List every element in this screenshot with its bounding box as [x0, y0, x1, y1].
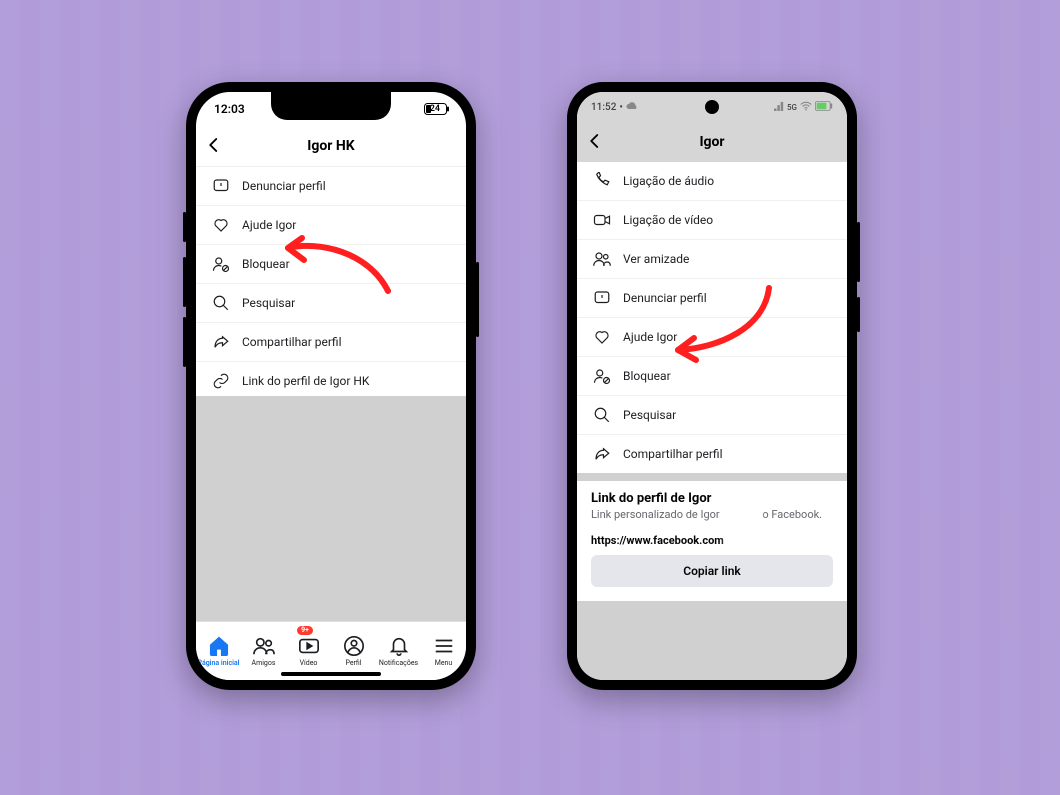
redacted-text: [715, 494, 755, 504]
signal-icon: [774, 101, 784, 114]
menu-item-label: Ligação de vídeo: [623, 213, 713, 227]
report-icon: [593, 289, 611, 307]
menu-item-block[interactable]: Bloquear: [577, 357, 847, 396]
profile-link-section: Link do perfil de Igor Link personalizad…: [577, 481, 847, 601]
home-icon: [208, 635, 230, 657]
tab-home[interactable]: Página inicial: [196, 622, 241, 680]
menu-item-label: Ajude Igor: [242, 218, 296, 232]
tab-label: Vídeo: [300, 659, 318, 667]
tab-label: Amigos: [252, 659, 276, 667]
menu-item-help[interactable]: Ajude Igor: [196, 206, 466, 245]
menu-item-help[interactable]: Ajude Igor: [577, 318, 847, 357]
menu-item-label: Ajude Igor: [623, 330, 677, 344]
menu-item-label: Denunciar perfil: [242, 179, 326, 193]
phone-icon: [593, 172, 611, 190]
friends-icon: [253, 635, 275, 657]
screen-android: 11:52 • 5G Igor Ligação de áudio: [577, 92, 847, 680]
tab-menu[interactable]: Menu: [421, 622, 466, 680]
menu-item-search[interactable]: Pesquisar: [196, 284, 466, 323]
heart-icon: [593, 328, 611, 346]
friends-icon: [593, 250, 611, 268]
link-section-title: Link do perfil de Igor: [591, 491, 833, 506]
page-title: Igor HK: [196, 138, 466, 154]
battery-icon: [815, 101, 833, 114]
block-user-icon: [212, 255, 230, 273]
notch: [271, 92, 391, 120]
status-dot-icon: •: [619, 102, 623, 113]
bell-icon: [388, 635, 410, 657]
menu-item-report[interactable]: Denunciar perfil: [577, 279, 847, 318]
phone-frame-ios: 12:03 24 Igor HK Denunciar perfil: [186, 82, 476, 690]
network-label: 5G: [787, 103, 797, 112]
search-icon: [593, 406, 611, 424]
menu-item-label: Bloquear: [242, 257, 290, 271]
menu-item-search[interactable]: Pesquisar: [577, 396, 847, 435]
menu-item-share[interactable]: Compartilhar perfil: [577, 435, 847, 473]
background-pattern: [0, 0, 1060, 795]
menu-item-label: Compartilhar perfil: [623, 447, 722, 461]
profile-menu-ios: Denunciar perfil Ajude Igor Bloquear Pes…: [196, 167, 466, 401]
link-icon: [212, 372, 230, 390]
menu-item-label: Bloquear: [623, 369, 671, 383]
tab-label: Notificações: [379, 659, 418, 667]
video-camera-icon: [593, 211, 611, 229]
badge: 9+: [297, 626, 313, 635]
battery-icon: 24: [424, 103, 448, 115]
menu-item-video-call[interactable]: Ligação de vídeo: [577, 201, 847, 240]
tab-label: Página inicial: [197, 659, 239, 667]
page-title: Igor: [577, 134, 847, 150]
video-icon: [298, 635, 320, 657]
profile-menu-android: Ligação de áudio Ligação de vídeo Ver am…: [577, 162, 847, 473]
menu-item-label: Ligação de áudio: [623, 174, 714, 188]
menu-icon: [433, 635, 455, 657]
copy-link-button[interactable]: Copiar link: [591, 555, 833, 587]
menu-item-audio-call[interactable]: Ligação de áudio: [577, 162, 847, 201]
link-section-subtitle: Link personalizado de Igor o Facebook.: [591, 508, 833, 522]
share-icon: [593, 445, 611, 463]
menu-item-report[interactable]: Denunciar perfil: [196, 167, 466, 206]
block-user-icon: [593, 367, 611, 385]
search-icon: [212, 294, 230, 312]
redacted-text: [722, 510, 762, 520]
tab-label: Menu: [435, 659, 453, 667]
profile-url: https://www.facebook.com: [591, 534, 833, 547]
report-icon: [212, 177, 230, 195]
tab-notifications[interactable]: Notificações: [376, 622, 421, 680]
profile-icon: [343, 635, 365, 657]
tab-friends[interactable]: Amigos: [241, 622, 286, 680]
menu-item-share[interactable]: Compartilhar perfil: [196, 323, 466, 362]
status-time: 11:52: [591, 102, 616, 113]
menu-item-label: Compartilhar perfil: [242, 335, 341, 349]
screen-ios: 12:03 24 Igor HK Denunciar perfil: [196, 92, 466, 680]
empty-area: [196, 396, 466, 622]
cloud-icon: [626, 101, 638, 114]
copy-link-label: Copiar link: [683, 564, 741, 578]
menu-item-friendship[interactable]: Ver amizade: [577, 240, 847, 279]
redacted-text: [724, 536, 774, 546]
back-button[interactable]: [577, 132, 613, 153]
back-button[interactable]: [196, 136, 232, 157]
phone-frame-android: 11:52 • 5G Igor Ligação de áudio: [567, 82, 857, 690]
heart-icon: [212, 216, 230, 234]
menu-item-label: Link do perfil de Igor HK: [242, 374, 369, 388]
header-bar-android: Igor: [577, 122, 847, 162]
camera-punch-hole: [705, 100, 719, 114]
menu-item-label: Ver amizade: [623, 252, 689, 266]
menu-item-label: Denunciar perfil: [623, 291, 707, 305]
status-time: 12:03: [214, 102, 245, 116]
share-icon: [212, 333, 230, 351]
home-indicator: [281, 672, 381, 676]
menu-item-label: Pesquisar: [623, 408, 676, 422]
menu-item-label: Pesquisar: [242, 296, 295, 310]
tab-label: Perfil: [345, 659, 361, 667]
header-bar-ios: Igor HK: [196, 126, 466, 167]
menu-item-block[interactable]: Bloquear: [196, 245, 466, 284]
wifi-icon: [800, 101, 812, 114]
